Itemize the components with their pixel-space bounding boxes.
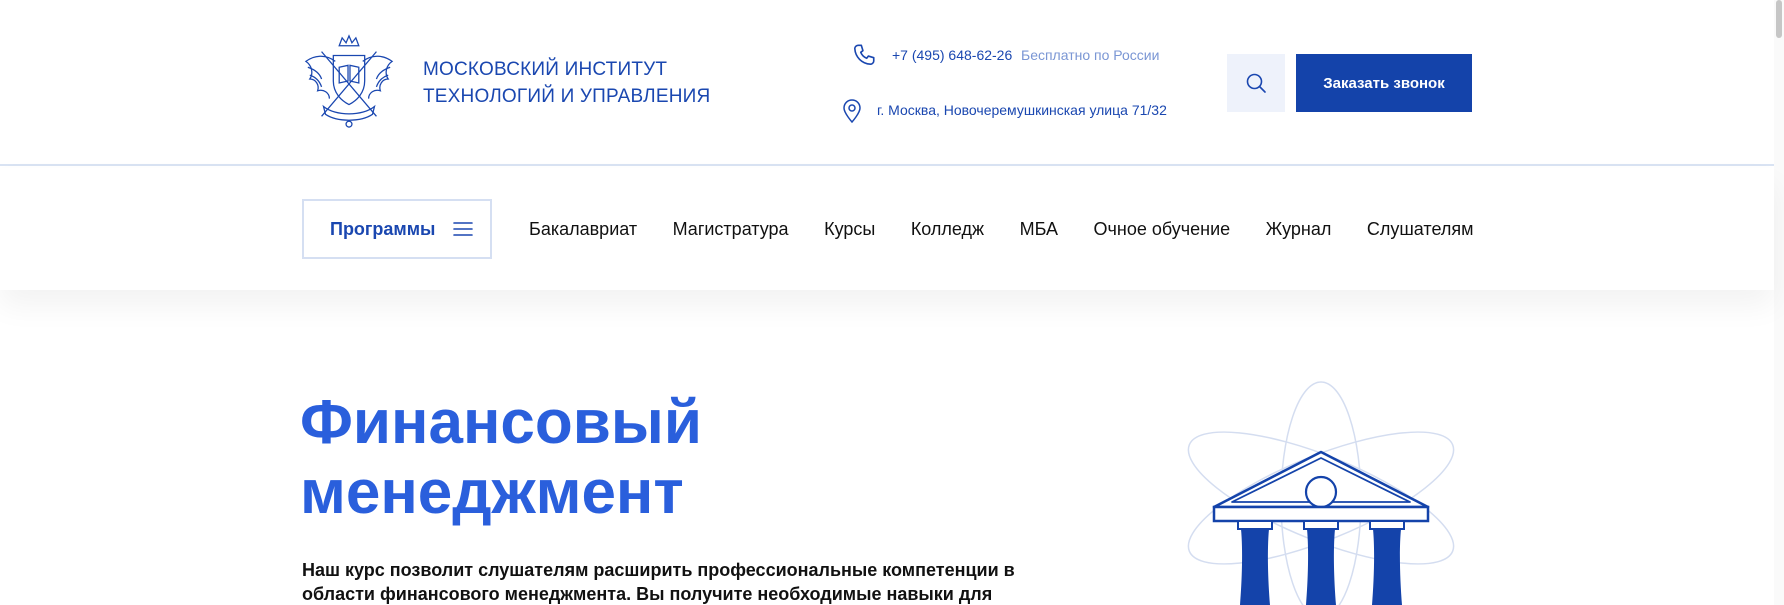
menu-icon — [453, 222, 474, 236]
hero-description: Наш курс позволит слушателям расширить п… — [302, 560, 1015, 604]
nav-link-mba[interactable]: МБА — [1020, 219, 1058, 240]
programs-menu-button[interactable]: Программы — [302, 199, 492, 259]
nav-links: Бакалавриат Магистратура Курсы Колледж М… — [529, 219, 1474, 240]
org-name-line2: ТЕХНОЛОГИЙ И УПРАВЛЕНИЯ — [423, 86, 711, 107]
nav-link-journal[interactable]: Журнал — [1266, 219, 1332, 240]
scrollbar-thumb[interactable] — [1776, 0, 1782, 38]
nav-link-master[interactable]: Магистратура — [673, 219, 789, 240]
nav-link-bachelor[interactable]: Бакалавриат — [529, 219, 637, 240]
title-line2: менеджмент — [300, 458, 684, 527]
main-navigation: Программы Бакалавриат Магистратура Курсы… — [0, 168, 1774, 290]
address-text[interactable]: г. Москва, Новочеремушкинская улица 71/3… — [877, 102, 1167, 118]
nav-link-college[interactable]: Колледж — [911, 219, 984, 240]
page-scrollbar[interactable] — [1774, 0, 1784, 605]
logo-emblem[interactable] — [300, 32, 398, 130]
phone-number[interactable]: +7 (495) 648-62-26 — [892, 47, 1012, 63]
site-header: МОСКОВСКИЙ ИНСТИТУТ ТЕХНОЛОГИЙ И УПРАВЛЕ… — [0, 0, 1774, 166]
page-title: Финансовый менеджмент — [300, 388, 702, 528]
bank-building-icon — [1187, 381, 1455, 605]
search-button[interactable] — [1227, 54, 1285, 112]
phone-note: Бесплатно по России — [1021, 47, 1160, 63]
search-icon — [1246, 73, 1266, 93]
programs-label: Программы — [330, 218, 436, 239]
nav-link-full-time[interactable]: Очное обучение — [1094, 219, 1231, 240]
organization-name[interactable]: МОСКОВСКИЙ ИНСТИТУТ ТЕХНОЛОГИЙ И УПРАВЛЕ… — [423, 56, 710, 110]
order-call-button[interactable]: Заказать звонок — [1296, 54, 1472, 112]
phone-icon — [853, 44, 875, 66]
nav-link-listeners[interactable]: Слушателям — [1367, 219, 1474, 240]
location-pin-icon — [843, 99, 861, 124]
org-name-line1: МОСКОВСКИЙ ИНСТИТУТ — [423, 59, 668, 80]
title-line1: Финансовый — [300, 388, 702, 457]
nav-link-courses[interactable]: Курсы — [824, 219, 875, 240]
